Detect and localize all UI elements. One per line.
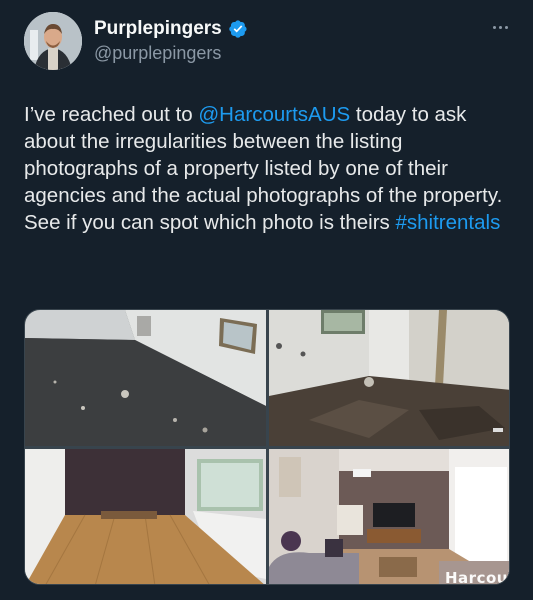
photo-2-image [269, 310, 509, 446]
author-info: Purplepingers @purplepingers [94, 16, 248, 64]
media-grid: Harcou [24, 309, 510, 585]
author-handle[interactable]: @purplepingers [94, 43, 248, 64]
watermark-text: Harcou [445, 569, 508, 585]
photo-3[interactable] [25, 449, 266, 584]
photo-3-image [25, 449, 266, 584]
display-name-row: Purplepingers [94, 16, 248, 42]
photo-4-image [269, 449, 509, 584]
mention-link[interactable]: @HarcourtsAUS [198, 103, 350, 126]
more-options-button[interactable] [486, 18, 514, 36]
hashtag-link[interactable]: #shitrentals [395, 211, 500, 234]
photo-4[interactable]: Harcou [269, 449, 509, 585]
more-horizontal-icon [492, 25, 496, 29]
avatar[interactable] [24, 12, 82, 70]
tweet-text: I’ve reached out to @HarcourtsAUS today … [24, 101, 514, 236]
display-name[interactable]: Purplepingers [94, 18, 222, 40]
more-horizontal-icon [498, 25, 502, 29]
tweet-text-start: I’ve reached out to [24, 103, 199, 126]
tweet-header: Purplepingers @purplepingers [24, 12, 514, 72]
photo-1[interactable] [25, 310, 266, 446]
photo-1-image [25, 310, 266, 446]
more-horizontal-icon [504, 25, 508, 29]
avatar-image [24, 12, 82, 70]
verified-badge-icon [228, 19, 248, 39]
photo-2[interactable] [269, 310, 509, 446]
